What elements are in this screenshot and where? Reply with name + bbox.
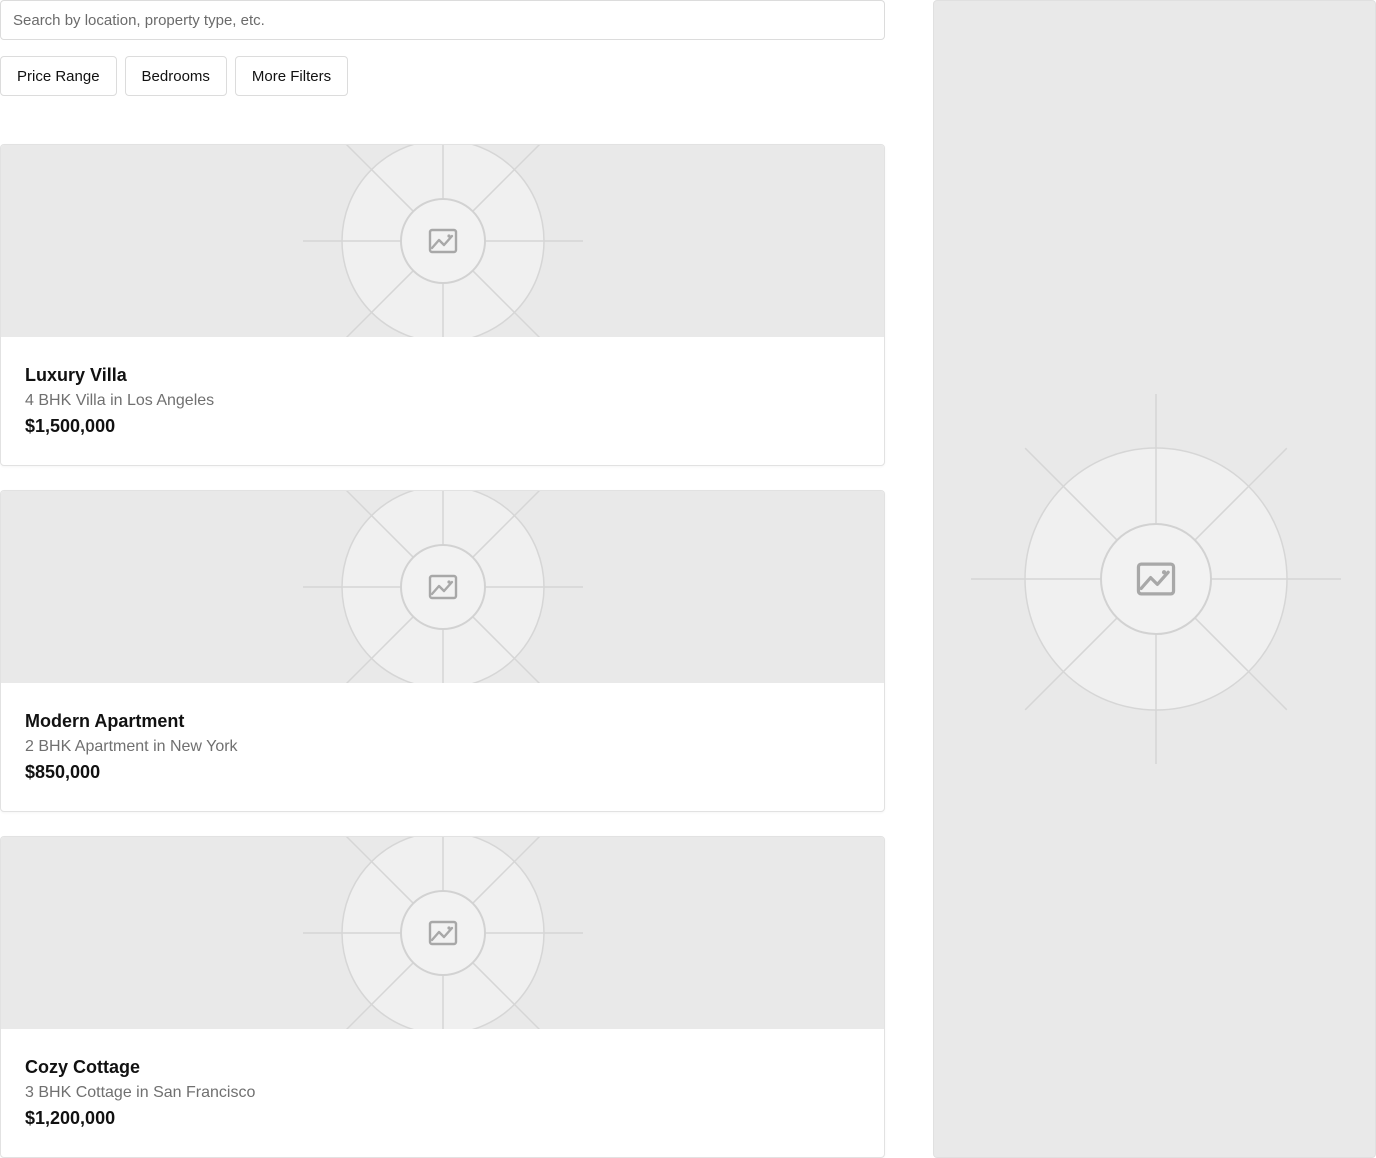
- map-panel[interactable]: [933, 0, 1376, 1158]
- search-input[interactable]: [0, 0, 885, 40]
- listing-price: $1,500,000: [25, 416, 116, 436]
- listing-subtitle: 3 BHK Cottage in San Francisco: [25, 1084, 256, 1101]
- image-placeholder-graphic: [971, 394, 1341, 764]
- listing-image: [1, 837, 884, 1029]
- price-range-filter-button[interactable]: Price Range: [0, 56, 117, 96]
- listing-price: $1,200,000: [25, 1108, 116, 1128]
- listing-card[interactable]: Cozy Cottage 3 BHK Cottage in San Franci…: [0, 836, 885, 1158]
- listing-details: Luxury Villa 4 BHK Villa in Los Angeles …: [25, 363, 214, 438]
- listing-image: [1, 145, 884, 337]
- bedrooms-filter-button[interactable]: Bedrooms: [124, 56, 227, 96]
- listing-title: Modern Apartment: [25, 711, 185, 731]
- listing-details: Cozy Cottage 3 BHK Cottage in San Franci…: [25, 1055, 255, 1130]
- image-placeholder-graphic: [303, 491, 583, 683]
- listing-card[interactable]: Luxury Villa 4 BHK Villa in Los Angeles …: [0, 144, 885, 466]
- listing-image: [1, 491, 884, 683]
- more-filters-button[interactable]: More Filters: [234, 56, 349, 96]
- listing-title: Luxury Villa: [25, 365, 127, 385]
- filter-bar: Price Range Bedrooms More Filters: [0, 56, 349, 96]
- listing-details: Modern Apartment 2 BHK Apartment in New …: [25, 709, 238, 784]
- listing-subtitle: 4 BHK Villa in Los Angeles: [25, 392, 215, 409]
- image-placeholder-graphic: [303, 145, 583, 337]
- image-placeholder-graphic: [303, 837, 583, 1029]
- listing-title: Cozy Cottage: [25, 1057, 141, 1077]
- listing-price: $850,000: [25, 762, 101, 782]
- listing-card[interactable]: Modern Apartment 2 BHK Apartment in New …: [0, 490, 885, 812]
- listing-subtitle: 2 BHK Apartment in New York: [25, 738, 238, 755]
